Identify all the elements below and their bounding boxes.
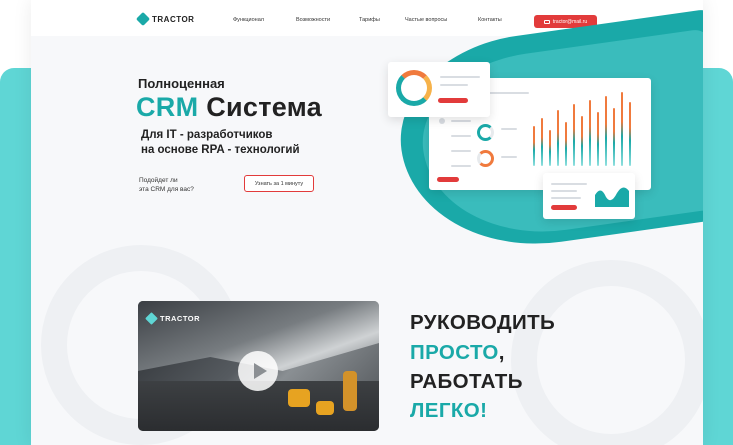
nav-item-faq[interactable]: Частые вопросы xyxy=(405,17,447,23)
bar-chart-bar xyxy=(613,108,615,166)
hero-subtitle-line2: на основе RPA - технологий xyxy=(141,144,300,156)
email-label: tractor@mail.ru xyxy=(552,18,588,25)
hero-subtitle: Для IT - разработчиков на основе RPA - т… xyxy=(141,128,300,158)
video-logo-icon xyxy=(145,312,158,325)
decor-ring-right xyxy=(511,260,703,445)
bar-chart-bar xyxy=(541,118,543,166)
area-wave-chart xyxy=(595,187,629,207)
quiz-question-line1: Подойдет ли xyxy=(139,177,178,184)
quiz-cta-button[interactable]: Узнать за 1 минуту xyxy=(244,175,314,192)
hero-subtitle-line1: Для IT - разработчиков xyxy=(141,129,273,141)
bar-chart-bar xyxy=(573,104,575,166)
nav-item-pricing[interactable]: Тарифы xyxy=(359,17,380,23)
hero-title-accent: CRM xyxy=(136,92,199,122)
bar-chart-bar xyxy=(597,112,599,166)
card-dot xyxy=(439,118,445,124)
card-line xyxy=(551,197,581,199)
card-line xyxy=(501,156,517,158)
donut-chart-small-teal xyxy=(477,124,494,141)
nav-item-features[interactable]: Возможности xyxy=(296,17,330,23)
mail-icon xyxy=(543,19,550,24)
bar-chart-bar xyxy=(557,110,559,166)
hero-title: CRM Система xyxy=(136,92,322,123)
bar-chart-bar xyxy=(589,100,591,166)
card-red-button xyxy=(438,98,468,103)
slogan-accent-1: ПРОСТО xyxy=(410,341,499,364)
card-line xyxy=(451,135,471,137)
card-line xyxy=(451,165,471,167)
landing-page: TRACTOR Функционал Возможности Тарифы Ча… xyxy=(31,0,703,445)
bar-chart-bar xyxy=(605,96,607,166)
card-line xyxy=(440,84,468,86)
dashboard-card-wave xyxy=(543,173,635,219)
hero-title-line1: Полноценная xyxy=(138,76,225,91)
logo[interactable]: TRACTOR xyxy=(135,11,195,27)
bar-chart-bar xyxy=(549,130,551,166)
slogan-line4: ЛЕГКО! xyxy=(410,399,488,422)
play-button[interactable] xyxy=(238,351,278,391)
bar-chart-bar xyxy=(565,122,567,166)
bar-chart-bar xyxy=(533,126,535,166)
slogan-line3: РАБОТАТЬ xyxy=(410,370,523,393)
card-line xyxy=(551,183,587,185)
dashboard-card-donut xyxy=(388,62,490,117)
card-line xyxy=(551,190,577,192)
nav-item-functional[interactable]: Функционал xyxy=(233,17,264,23)
card-line xyxy=(451,120,471,122)
donut-chart-large xyxy=(396,70,432,106)
card-line xyxy=(501,128,517,130)
video-chair xyxy=(288,389,310,407)
logo-text: TRACTOR xyxy=(152,14,195,24)
video-logo-text: TRACTOR xyxy=(160,314,201,323)
play-icon xyxy=(253,363,267,379)
quiz-question: Подойдет ли эта CRM для вас? xyxy=(139,176,194,194)
card-red-button xyxy=(437,177,459,182)
quiz-question-line2: эта CRM для вас? xyxy=(139,186,194,193)
slogan-line1: РУКОВОДИТЬ xyxy=(410,311,556,334)
donut-chart-small-orange xyxy=(477,150,494,167)
slogan-comma: , xyxy=(498,341,505,364)
bar-chart-bar xyxy=(581,116,583,166)
card-line xyxy=(451,150,471,152)
hero-title-rest: Система xyxy=(198,92,322,122)
bar-chart-bar xyxy=(629,102,631,166)
card-line xyxy=(440,76,480,78)
video-chair xyxy=(343,371,357,411)
screenshot-stage: TRACTOR Функционал Возможности Тарифы Ча… xyxy=(0,0,733,445)
logo-icon xyxy=(135,11,151,27)
video-player[interactable]: TRACTOR xyxy=(138,301,379,431)
video-chair xyxy=(316,401,334,415)
bar-chart-bar xyxy=(621,92,623,166)
card-red-button xyxy=(551,205,577,210)
nav-item-contacts[interactable]: Контакты xyxy=(478,17,502,23)
slogan-line2: ПРОСТО, xyxy=(410,341,505,365)
video-logo: TRACTOR xyxy=(145,312,201,325)
